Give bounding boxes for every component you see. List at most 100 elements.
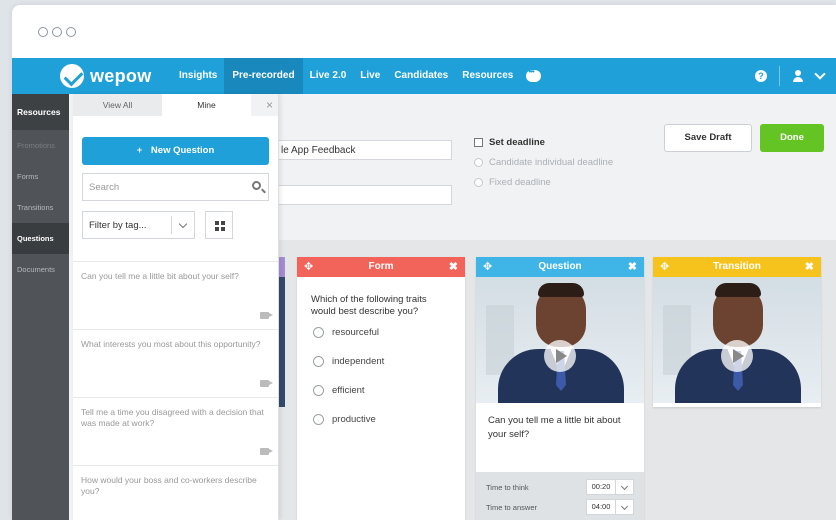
form-card-header[interactable]: ✥ Form ✖ <box>297 257 465 277</box>
form-option[interactable]: resourceful <box>313 318 465 347</box>
video-camera-icon <box>260 312 273 319</box>
close-icon[interactable]: ✖ <box>805 257 814 277</box>
question-card[interactable]: ✥ Question ✖ Can you tell me a little bi… <box>476 257 644 520</box>
sidebar-item-forms[interactable]: Forms <box>12 161 69 192</box>
set-deadline-checkbox[interactable] <box>474 137 483 147</box>
sidebar-item-promotions[interactable]: Promotions <box>12 130 69 161</box>
sidebar-item-documents[interactable]: Documents <box>12 254 69 285</box>
time-to-think-row: Time to think 00:20 <box>486 477 634 497</box>
list-item[interactable]: Can you tell me a little bit about your … <box>73 262 278 330</box>
brand-logo[interactable]: wepow <box>60 64 152 88</box>
nav-candidates[interactable]: Candidates <box>387 58 455 94</box>
question-video-thumbnail[interactable] <box>476 277 644 403</box>
main-content: le App Feedback Set deadline Candidate i… <box>12 94 836 520</box>
nav-resources[interactable]: Resources <box>455 58 520 94</box>
form-option-label: independent <box>332 356 385 367</box>
candidate-deadline-row[interactable]: Candidate individual deadline <box>474 152 613 172</box>
sidebar-item-resources[interactable]: Resources <box>12 94 69 130</box>
transition-card-header[interactable]: ✥ Transition ✖ <box>653 257 821 277</box>
nav-pre-recorded[interactable]: Pre-recorded <box>224 58 303 94</box>
form-option-label: resourceful <box>332 327 379 338</box>
tab-view-all[interactable]: View All <box>73 94 162 116</box>
list-item[interactable]: Tell me a time you disagreed with a deci… <box>73 398 278 466</box>
form-option[interactable]: efficient <box>313 376 465 405</box>
new-question-button[interactable]: + New Question <box>82 137 269 165</box>
close-icon[interactable]: × <box>266 98 273 112</box>
form-option-label: productive <box>332 414 376 425</box>
move-icon[interactable]: ✥ <box>483 257 492 277</box>
form-card[interactable]: ✥ Form ✖ Which of the following traits w… <box>297 257 465 520</box>
transition-card[interactable]: ✥ Transition ✖ <box>653 257 821 407</box>
form-question-text: Which of the following traits would best… <box>311 294 427 317</box>
interview-description-input[interactable] <box>274 185 452 205</box>
nav-live[interactable]: Live <box>353 58 387 94</box>
question-text: Can you tell me a little bit about your … <box>81 271 239 281</box>
grid-icon <box>215 227 219 231</box>
list-item[interactable]: How would your boss and co-workers descr… <box>73 466 278 520</box>
done-button[interactable]: Done <box>760 124 824 152</box>
card-image-edge <box>279 277 285 407</box>
chevron-down-icon[interactable] <box>616 499 634 515</box>
close-icon[interactable]: ✖ <box>449 257 458 277</box>
questions-panel: View All Mine × + New Question Search Fi… <box>73 94 279 520</box>
question-timers: Time to think 00:20 Time to answer 04:00 <box>476 472 644 520</box>
select-divider <box>171 216 172 234</box>
radio-icon[interactable] <box>313 414 324 425</box>
interview-title-input[interactable]: le App Feedback <box>274 140 452 160</box>
form-option[interactable]: independent <box>313 347 465 376</box>
video-camera-icon <box>260 380 273 387</box>
radio-icon[interactable] <box>313 356 324 367</box>
move-icon[interactable]: ✥ <box>304 257 313 277</box>
grid-icon <box>215 221 219 225</box>
fixed-deadline-radio[interactable] <box>474 177 483 187</box>
nav-divider <box>779 66 780 86</box>
play-icon[interactable] <box>721 340 753 372</box>
question-text: Tell me a time you disagreed with a deci… <box>81 407 264 428</box>
close-icon[interactable]: ✖ <box>628 257 637 277</box>
chevron-down-icon[interactable] <box>616 479 634 495</box>
top-navbar: wepow Insights Pre-recorded Live 2.0 Liv… <box>12 58 836 94</box>
help-icon[interactable]: ? <box>755 70 767 82</box>
transition-video-thumbnail[interactable] <box>653 277 821 403</box>
radio-icon[interactable] <box>313 327 324 338</box>
list-item[interactable]: What interests you most about this oppor… <box>73 330 278 398</box>
transition-card-title: Transition <box>713 261 761 272</box>
window-dot-icon[interactable] <box>66 27 76 37</box>
brand-name: wepow <box>90 65 152 86</box>
time-to-answer-label: Time to answer <box>486 502 537 512</box>
time-to-think-label: Time to think <box>486 482 529 492</box>
question-card-text: Can you tell me a little bit about your … <box>488 415 621 440</box>
window-dot-icon[interactable] <box>52 27 62 37</box>
search-input[interactable]: Search <box>82 173 269 201</box>
save-draft-button[interactable]: Save Draft <box>664 124 752 152</box>
chat-icon[interactable] <box>526 67 542 82</box>
set-deadline-row[interactable]: Set deadline <box>474 132 613 152</box>
card-header-edge <box>279 257 285 277</box>
fixed-deadline-row[interactable]: Fixed deadline <box>474 172 613 192</box>
play-icon[interactable] <box>544 340 576 372</box>
filter-row: Filter by tag... <box>82 211 269 239</box>
chevron-down-icon[interactable] <box>178 219 188 229</box>
time-to-answer-select[interactable]: 04:00 <box>586 499 616 515</box>
sidebar-item-questions[interactable]: Questions <box>12 223 69 254</box>
nav-insights[interactable]: Insights <box>172 58 224 94</box>
nav-right: ? <box>755 58 826 94</box>
move-icon[interactable]: ✥ <box>660 257 669 277</box>
time-to-think-select[interactable]: 00:20 <box>586 479 616 495</box>
chevron-down-icon[interactable] <box>814 68 826 80</box>
question-text: What interests you most about this oppor… <box>81 339 261 349</box>
question-card-header[interactable]: ✥ Question ✖ <box>476 257 644 277</box>
candidate-deadline-label: Candidate individual deadline <box>489 156 614 168</box>
search-icon[interactable] <box>252 181 261 190</box>
tag-filter-select[interactable]: Filter by tag... <box>82 211 195 239</box>
question-card-title: Question <box>538 261 582 272</box>
sidebar-item-transitions[interactable]: Transitions <box>12 192 69 223</box>
user-icon[interactable] <box>792 70 804 82</box>
candidate-deadline-radio[interactable] <box>474 157 483 167</box>
tab-mine[interactable]: Mine <box>162 94 251 116</box>
window-dot-icon[interactable] <box>38 27 48 37</box>
nav-live-2[interactable]: Live 2.0 <box>303 58 354 94</box>
form-option[interactable]: productive <box>313 405 465 434</box>
grid-view-button[interactable] <box>205 211 233 239</box>
radio-icon[interactable] <box>313 385 324 396</box>
